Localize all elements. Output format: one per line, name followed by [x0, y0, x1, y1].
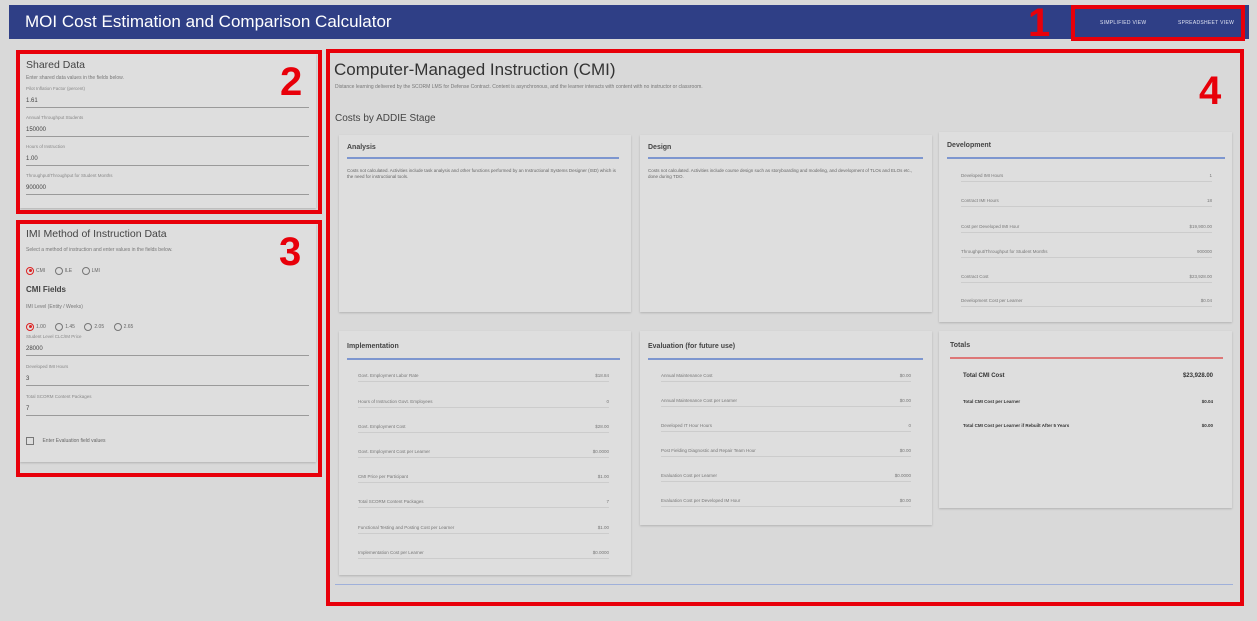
callout-number-2: 2: [280, 60, 303, 104]
callout-box-2: [16, 50, 322, 214]
callout-number-4: 4: [1199, 69, 1222, 113]
calculator-app: MOI Cost Estimation and Comparison Calcu…: [0, 0, 1257, 621]
app-header: MOI Cost Estimation and Comparison Calcu…: [9, 5, 1249, 39]
callout-box-3: [16, 220, 322, 477]
app-title: MOI Cost Estimation and Comparison Calcu…: [25, 12, 392, 31]
callout-box-1: [1071, 5, 1245, 41]
callout-number-3: 3: [279, 230, 302, 274]
callout-box-4: [326, 49, 1244, 606]
callout-number-1: 1: [1028, 1, 1051, 45]
